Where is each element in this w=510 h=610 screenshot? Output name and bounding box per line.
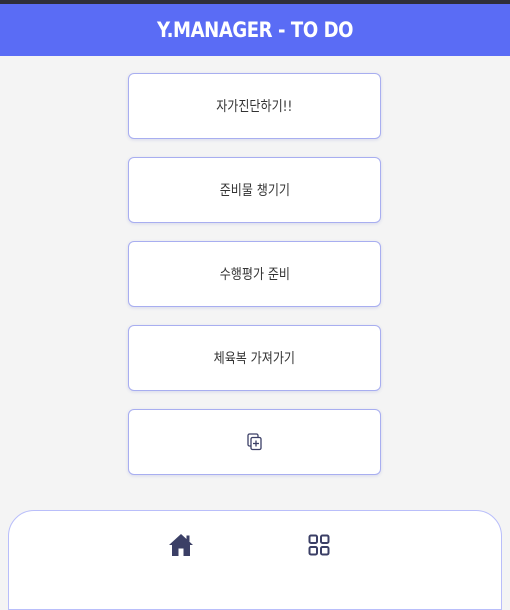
todo-item[interactable]: 자가진단하기!! [128,73,381,139]
app-header: Y.MANAGER - TO DO [0,4,510,56]
todo-item-label: 체육복 가져가기 [213,351,296,367]
todo-item[interactable]: 수행평가 준비 [128,241,381,307]
todo-item[interactable]: 체육복 가져가기 [128,325,381,391]
todo-item-label: 수행평가 준비 [219,267,290,283]
app-title: Y.MANAGER - TO DO [156,18,354,42]
grid-icon [308,534,330,556]
add-note-icon [246,433,262,451]
todo-item-label: 준비물 챙기기 [219,183,290,199]
todo-list: 자가진단하기!! 준비물 챙기기 수행평가 준비 체육복 가져가기 [128,73,381,493]
bottom-navigation [8,510,502,610]
nav-home-button[interactable] [163,527,199,563]
home-icon [169,534,193,556]
nav-grid-button[interactable] [301,527,337,563]
todo-item-label: 자가진단하기!! [216,99,293,115]
add-todo-button[interactable] [128,409,381,475]
todo-item[interactable]: 준비물 챙기기 [128,157,381,223]
